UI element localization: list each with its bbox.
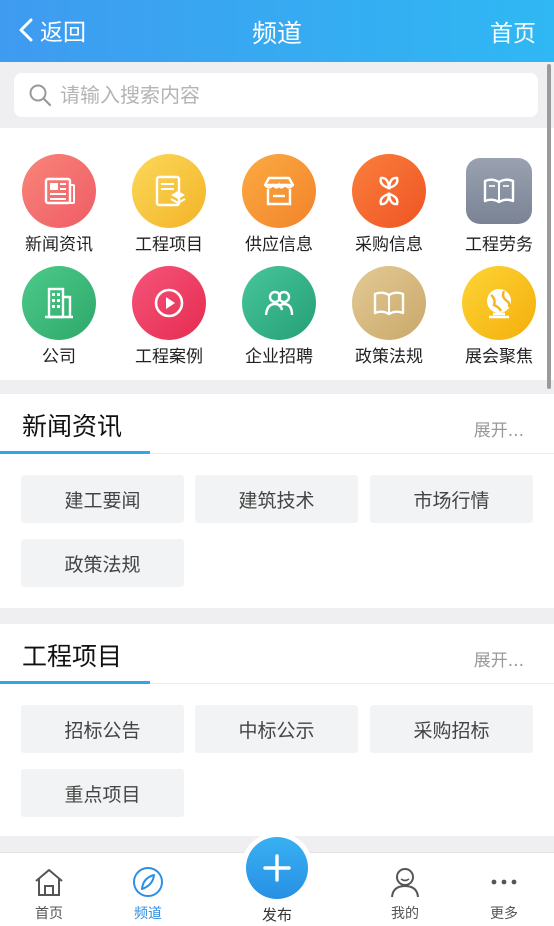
tab-label: 更多 <box>490 906 518 922</box>
section-header: 新闻资讯 展开... <box>0 394 554 454</box>
book-icon <box>466 158 532 224</box>
tab-label: 我的 <box>391 906 419 922</box>
publish-button[interactable] <box>246 837 308 899</box>
channel-label: 新闻资讯 <box>25 235 93 255</box>
section-underline <box>0 451 150 454</box>
tag-item[interactable]: 招标公告 <box>21 705 184 753</box>
building-icon <box>22 266 96 340</box>
tab-home[interactable]: 首页 <box>4 853 94 926</box>
play-icon <box>132 266 206 340</box>
search-input[interactable] <box>60 83 500 107</box>
tag-item[interactable]: 建工要闻 <box>21 475 184 523</box>
document-stack-icon <box>132 154 206 228</box>
channel-policy[interactable]: 政策法规 <box>334 266 444 376</box>
plus-icon <box>263 854 291 882</box>
tag-item[interactable]: 建筑技术 <box>195 475 358 523</box>
channel-label: 企业招聘 <box>245 347 313 367</box>
home-icon <box>35 869 63 896</box>
channel-news[interactable]: 新闻资讯 <box>4 154 114 264</box>
section-news: 新闻资讯 展开... 建工要闻 建筑技术 市场行情 政策法规 <box>0 394 554 608</box>
section-title: 新闻资讯 <box>22 412 123 441</box>
people-icon <box>242 266 316 340</box>
channel-expo[interactable]: 展会聚焦 <box>444 266 554 376</box>
tab-channel[interactable]: 频道 <box>103 853 193 926</box>
channel-label: 工程项目 <box>135 235 203 255</box>
channel-label: 供应信息 <box>245 235 313 255</box>
channel-label: 工程劳务 <box>465 235 533 255</box>
tag-item[interactable]: 重点项目 <box>21 769 184 817</box>
tab-mine[interactable]: 我的 <box>360 853 450 926</box>
channel-label: 工程案例 <box>135 347 203 367</box>
channel-label: 采购信息 <box>355 235 423 255</box>
section-projects: 工程项目 展开... 招标公告 中标公示 采购招标 重点项目 <box>0 624 554 836</box>
channel-label: 公司 <box>42 347 76 367</box>
home-link[interactable]: 首页 <box>490 14 536 48</box>
store-icon <box>242 154 316 228</box>
expand-link[interactable]: 展开... <box>474 416 524 441</box>
globe-icon <box>462 266 536 340</box>
flower-icon <box>352 154 426 228</box>
channel-grid: 新闻资讯 工程项目 供应信息 采购信息 工程劳务 公司 工程案例 企业招聘 政策… <box>0 128 554 380</box>
page-title: 频道 <box>251 19 302 48</box>
search-bar <box>0 62 554 128</box>
book-open-icon <box>352 266 426 340</box>
search-box[interactable] <box>14 73 538 117</box>
user-icon <box>391 868 419 898</box>
publish-label: 发布 <box>261 906 292 924</box>
newspaper-icon <box>22 154 96 228</box>
channel-label: 政策法规 <box>355 347 423 367</box>
tag-item[interactable]: 市场行情 <box>370 475 533 523</box>
more-dots-icon <box>491 879 517 885</box>
tag-item[interactable]: 中标公示 <box>195 705 358 753</box>
channel-purchase[interactable]: 采购信息 <box>334 154 444 264</box>
tab-more[interactable]: 更多 <box>459 853 549 926</box>
section-header: 工程项目 展开... <box>0 624 554 684</box>
section-title: 工程项目 <box>22 642 123 671</box>
tag-item[interactable]: 采购招标 <box>370 705 533 753</box>
compass-icon <box>133 867 163 897</box>
search-icon <box>29 84 52 107</box>
channel-recruit[interactable]: 企业招聘 <box>224 266 334 376</box>
scrollbar[interactable] <box>547 64 551 389</box>
top-nav-bar: 返回 频道 首页 <box>0 0 554 62</box>
channel-label: 展会聚焦 <box>465 347 533 367</box>
expand-link[interactable]: 展开... <box>474 646 524 671</box>
channel-company[interactable]: 公司 <box>4 266 114 376</box>
tab-label: 频道 <box>134 906 162 922</box>
channel-supply[interactable]: 供应信息 <box>224 154 334 264</box>
channel-labor[interactable]: 工程劳务 <box>444 154 554 264</box>
tag-item[interactable]: 政策法规 <box>21 539 184 587</box>
tab-label: 首页 <box>35 906 63 922</box>
channel-projects[interactable]: 工程项目 <box>114 154 224 264</box>
section-underline <box>0 681 150 684</box>
channel-cases[interactable]: 工程案例 <box>114 266 224 376</box>
